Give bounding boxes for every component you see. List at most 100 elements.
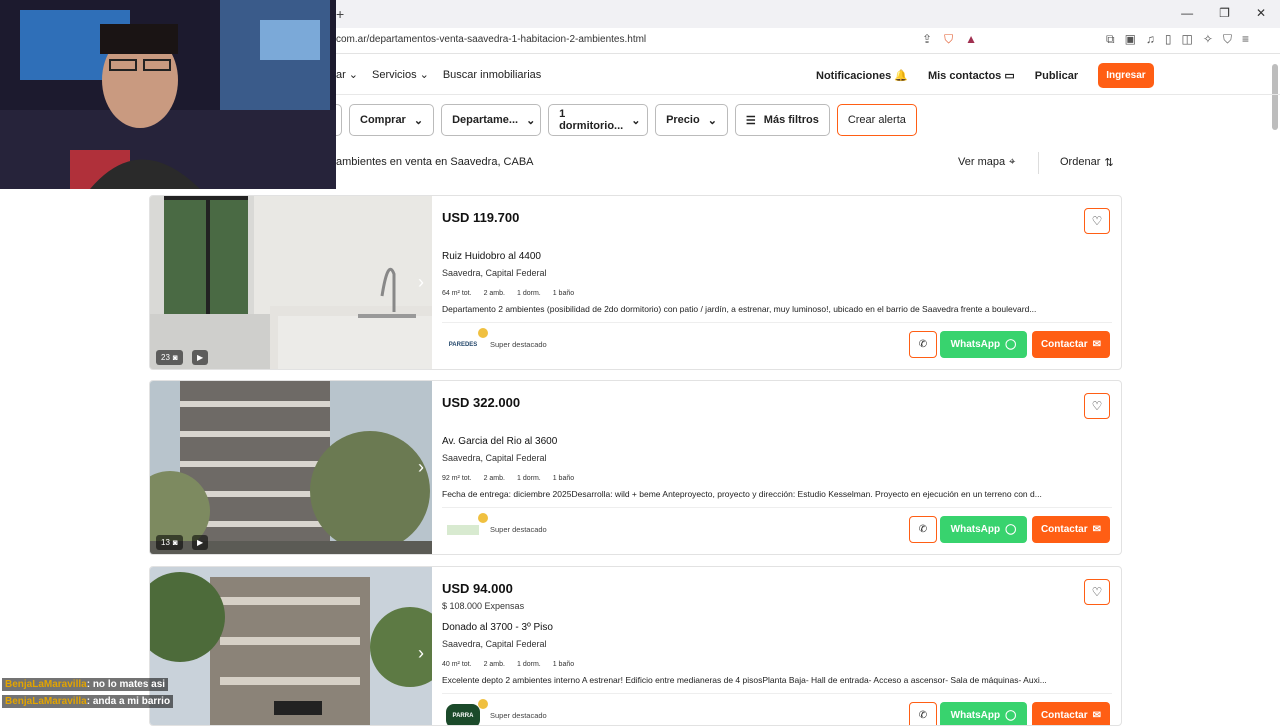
brave-shield-icon[interactable]: ⛉ <box>944 32 953 47</box>
whatsapp-button[interactable]: WhatsApp ◯ <box>940 702 1027 725</box>
wallet-icon[interactable]: ◫ <box>1182 32 1193 47</box>
filter-label: Comprar <box>360 114 406 126</box>
whatsapp-icon: ◯ <box>1005 524 1017 535</box>
restore-icon[interactable]: ❐ <box>1219 6 1230 20</box>
webcam-overlay <box>0 0 336 189</box>
whatsapp-button[interactable]: WhatsApp ◯ <box>940 331 1027 358</box>
photo-count-value: 13 <box>161 538 170 547</box>
listing-photo[interactable]: › 23 ◙ ▶ <box>150 196 432 369</box>
contacts-label: Mis contactos <box>927 70 1002 82</box>
filter-rooms[interactable]: 1 dormitorio... ⌄ <box>548 104 649 136</box>
sort-icon: ⇅ <box>1104 157 1114 169</box>
next-photo-icon[interactable]: › <box>418 272 424 293</box>
contact-button[interactable]: Contactar ✉ <box>1032 331 1110 358</box>
share-icon[interactable]: ⇪ <box>922 32 932 47</box>
site-nav: ar ⌄ Servicios ⌄ Buscar inmobiliarias <box>336 68 541 82</box>
rewards-icon[interactable]: ▲ <box>965 32 977 47</box>
listing-address[interactable]: Ruiz Huidobro al 4400 <box>442 251 541 262</box>
contacts-link[interactable]: Mis contactos ▭ <box>928 69 1015 82</box>
ai-icon[interactable]: ✧ <box>1203 32 1213 47</box>
favorite-heart-icon[interactable]: ♡ <box>1084 208 1110 234</box>
filter-operation[interactable]: Comprar ⌄ <box>349 104 435 136</box>
listing-description[interactable]: Fecha de entrega: diciembre 2025Desarrol… <box>442 489 1112 499</box>
listing-card[interactable]: › 13 ◙ ▶ USD 322.000 ♡ Av. Garcia del Rio… <box>149 380 1122 555</box>
chat-message: BenjaLaMaravilla: no lo mates asi <box>2 678 169 691</box>
music-icon[interactable]: ♫ <box>1146 32 1155 47</box>
more-filters-button[interactable]: ☰ Más filtros <box>734 104 830 136</box>
phone-button[interactable]: ✆ <box>909 331 937 358</box>
video-icon[interactable]: ▶ <box>192 535 209 550</box>
listing-address[interactable]: Av. Garcia del Rio al 3600 <box>442 436 557 447</box>
close-icon[interactable]: ✕ <box>1256 6 1266 20</box>
whatsapp-label: WhatsApp <box>950 339 1001 350</box>
filter-price[interactable]: Precio ⌄ <box>655 104 728 136</box>
listing-card[interactable]: › USD 94.000 $ 108.000 Expensas ♡ Donado… <box>149 566 1122 726</box>
listing-description[interactable]: Excelente depto 2 ambientes interno A es… <box>442 675 1112 685</box>
view-map-button[interactable]: Ver mapa ⌖ <box>958 156 1015 169</box>
screenshot-icon[interactable]: ▣ <box>1125 32 1136 47</box>
filter-property-type[interactable]: Departame... ⌄ <box>441 104 542 136</box>
chat-username: BenjaLaMaravilla <box>5 696 87 707</box>
filter-bar: Comprar ⌄ Departame... ⌄ 1 dormitorio... ⌄ … <box>336 104 917 136</box>
create-alert-button[interactable]: Crear alerta <box>836 104 917 136</box>
next-photo-icon[interactable]: › <box>418 643 424 664</box>
chat-text: : anda a mi barrio <box>86 696 171 707</box>
listing-photo[interactable]: › <box>150 567 432 725</box>
listing-description[interactable]: Departamento 2 ambientes (posibilidad de… <box>442 304 1112 314</box>
vpn-icon[interactable]: ⛉ <box>1223 32 1232 47</box>
listing-address[interactable]: Donado al 3700 - 3º Piso <box>442 622 553 633</box>
extensions-icon[interactable]: ⧉ <box>1106 32 1115 47</box>
url-text[interactable]: com.ar/departamentos-venta-saavedra-1-ha… <box>336 34 646 45</box>
page-scrollbar[interactable] <box>1272 64 1278 130</box>
map-pin-icon: ⌖ <box>1009 156 1016 168</box>
listing-price: USD 119.700 <box>442 210 520 225</box>
phone-button[interactable]: ✆ <box>909 702 937 725</box>
feature-rooms: 2 amb. <box>483 661 505 668</box>
sort-button[interactable]: Ordenar ⇅ <box>1060 156 1114 169</box>
video-icon[interactable]: ▶ <box>192 350 209 365</box>
phone-button[interactable]: ✆ <box>909 516 937 543</box>
notifications-link[interactable]: Notificaciones 🔔 <box>816 69 908 82</box>
login-button[interactable]: Ingresar <box>1098 63 1154 88</box>
next-photo-icon[interactable]: › <box>418 457 424 478</box>
premium-badge-icon <box>478 513 488 523</box>
chevron-down-icon: ⌄ <box>419 69 429 81</box>
listing-info: USD 94.000 $ 108.000 Expensas ♡ Donado a… <box>442 567 1121 725</box>
favorite-heart-icon[interactable]: ♡ <box>1084 393 1110 419</box>
feature-bedrooms: 1 dorm. <box>516 475 541 482</box>
menu-icon[interactable]: ≡ <box>1242 32 1249 47</box>
premium-badge-icon <box>478 328 488 338</box>
sidebar-icon[interactable]: ▯ <box>1165 32 1172 47</box>
listing-features: 92 m² tot. 2 amb. 1 dorm. 1 baño <box>442 475 574 482</box>
listing-expensas: $ 108.000 Expensas <box>442 601 525 611</box>
sliders-icon: ☰ <box>745 114 756 127</box>
publish-link[interactable]: Publicar <box>1035 70 1078 82</box>
nav-item-inmobiliarias[interactable]: Buscar inmobiliarias <box>443 68 541 81</box>
filter-label: Más filtros <box>763 114 819 126</box>
contact-button[interactable]: Contactar ✉ <box>1032 516 1110 543</box>
whatsapp-button[interactable]: WhatsApp ◯ <box>940 516 1027 543</box>
contact-button[interactable]: Contactar ✉ <box>1032 702 1110 725</box>
new-tab-button[interactable]: + <box>336 6 344 22</box>
listing-card[interactable]: › 23 ◙ ▶ USD 119.700 ♡ Ruiz Huidobro al 4… <box>149 195 1122 370</box>
listing-location: Saavedra, Capital Federal <box>442 453 547 463</box>
chevron-down-icon: ⌄ <box>348 69 358 81</box>
user-nav: Notificaciones 🔔 Mis contactos ▭ Publica… <box>816 63 1154 88</box>
agency-logo[interactable]: PAREDES <box>446 333 480 357</box>
listing-price: USD 94.000 <box>442 581 513 596</box>
minimize-icon[interactable]: — <box>1181 6 1193 20</box>
agency-logo[interactable]: PARRA <box>446 704 480 725</box>
nav-item-servicios[interactable]: Servicios ⌄ <box>372 68 429 82</box>
filter-location[interactable] <box>336 104 342 136</box>
camera-icon: ◙ <box>172 353 178 362</box>
feature-bedrooms: 1 dorm. <box>516 290 541 297</box>
feature-bedrooms: 1 dorm. <box>516 661 541 668</box>
favorite-heart-icon[interactable]: ♡ <box>1084 579 1110 605</box>
nav-item-ar[interactable]: ar ⌄ <box>336 68 358 82</box>
agency-logo[interactable] <box>446 518 480 542</box>
listing-tier: Super destacado <box>490 711 547 720</box>
listing-price: USD 322.000 <box>442 395 521 410</box>
nav-item-label: ar <box>336 68 346 81</box>
chat-username: BenjaLaMaravilla <box>5 679 87 690</box>
listing-photo[interactable]: › 13 ◙ ▶ <box>150 381 432 554</box>
